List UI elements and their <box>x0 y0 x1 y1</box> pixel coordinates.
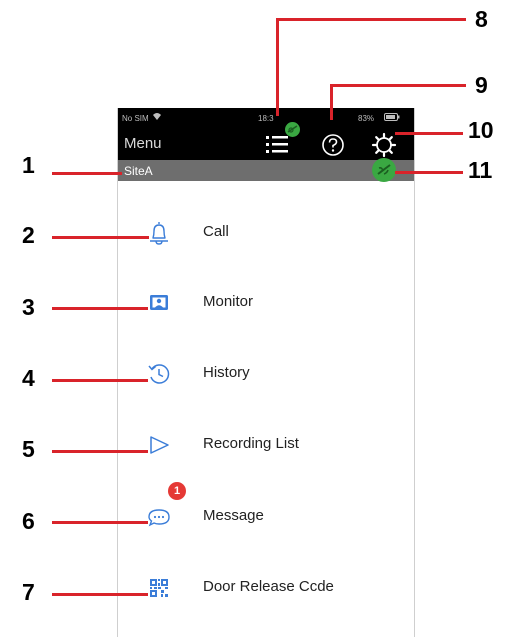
antenna-icon <box>377 164 391 175</box>
callout-7: 7 <box>22 579 35 605</box>
callout-8: 8 <box>475 6 488 32</box>
site-bar[interactable]: SiteA <box>118 158 414 182</box>
callout-line-10 <box>395 132 463 135</box>
menu-item-door-release-code[interactable]: Door Release Ccde <box>118 567 414 607</box>
unread-badge: 1 <box>168 482 186 500</box>
menu-item-label: Message <box>203 507 264 524</box>
callout-line-9-vertical <box>330 84 333 120</box>
site-name: SiteA <box>124 164 153 178</box>
bell-icon <box>146 220 172 246</box>
callout-6: 6 <box>22 508 35 534</box>
monitor-icon <box>146 290 172 316</box>
page-title: Menu <box>124 135 162 152</box>
callout-line-6 <box>52 521 148 524</box>
help-icon <box>322 134 344 156</box>
menu-item-label: History <box>203 364 250 381</box>
callout-line-1 <box>52 172 122 175</box>
title-bar: Menu <box>118 122 414 162</box>
menu-item-message[interactable]: 1 Message <box>118 482 414 536</box>
callout-3: 3 <box>22 294 35 320</box>
connection-status-icon <box>285 122 300 137</box>
menu-item-call[interactable]: Call <box>118 212 414 252</box>
callout-line-8 <box>276 18 466 21</box>
menu-item-history[interactable]: History <box>118 353 414 393</box>
chat-bubble-icon <box>146 504 172 530</box>
play-triangle-icon <box>146 432 172 458</box>
callout-line-5 <box>52 450 148 453</box>
callout-4: 4 <box>22 365 35 391</box>
callout-line-2 <box>52 236 149 239</box>
site-connection-icon[interactable] <box>372 158 396 182</box>
menu-item-label: Monitor <box>203 293 254 310</box>
help-button[interactable] <box>321 133 345 162</box>
callout-line-7 <box>52 593 148 596</box>
callout-line-9 <box>330 84 466 87</box>
status-time: 18:3 <box>258 114 274 123</box>
callout-line-4 <box>52 379 148 382</box>
qr-code-icon <box>146 575 172 601</box>
wifi-icon <box>152 112 162 123</box>
callout-line-8-vertical <box>276 18 279 116</box>
gear-icon <box>371 132 397 158</box>
history-icon <box>146 361 172 387</box>
callout-9: 9 <box>475 72 488 98</box>
menu-item-label: Door Release Ccde <box>203 578 334 595</box>
battery-percent: 83% <box>358 114 375 123</box>
callout-10: 10 <box>468 117 494 143</box>
callout-line-3 <box>52 307 148 310</box>
callout-11: 11 <box>468 157 493 183</box>
callout-1: 1 <box>22 152 35 178</box>
app-screen: No SIM 18:3 83% Menu SiteA Call Monitor … <box>117 108 415 637</box>
menu-item-label: Recording List <box>203 435 299 452</box>
callout-line-11 <box>395 171 463 174</box>
callout-5: 5 <box>22 436 35 462</box>
battery-icon <box>384 113 400 123</box>
callout-2: 2 <box>22 222 35 248</box>
menu-item-recording-list[interactable]: Recording List <box>118 424 414 464</box>
carrier-label: No SIM <box>122 114 149 123</box>
menu-item-label: Call <box>203 223 229 240</box>
menu-item-monitor[interactable]: Monitor <box>118 282 414 322</box>
status-bar: No SIM 18:3 83% <box>118 108 414 128</box>
